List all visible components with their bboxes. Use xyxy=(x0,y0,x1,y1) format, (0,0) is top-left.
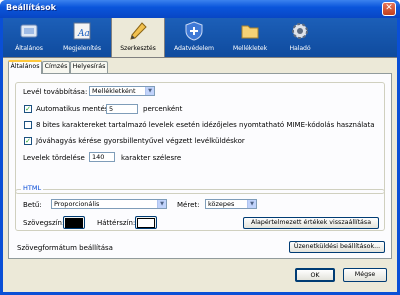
forward-select[interactable]: Mellékletként ▼ xyxy=(89,86,155,96)
pane-advanced-label: Haladó xyxy=(289,45,311,52)
eightbit-checkbox[interactable] xyxy=(24,121,32,129)
font-label: Betű: xyxy=(23,201,42,209)
pane-attachments[interactable]: Mellékletek xyxy=(223,18,277,57)
preferences-window: Beállítások ✕ Általános Aa Megjelenítés xyxy=(0,0,400,295)
bg-color-swatch xyxy=(137,218,155,228)
send-options-button[interactable]: Üzenetküldési beállítások... xyxy=(289,241,385,253)
pane-privacy-label: Adatvédelem xyxy=(174,45,214,52)
pane-attachments-label: Mellékletek xyxy=(232,45,268,52)
pane-display[interactable]: Aa Megjelenítés xyxy=(55,18,109,57)
tab-general[interactable]: Általános xyxy=(8,60,42,74)
pane-general-label: Általános xyxy=(15,45,43,52)
pane-composition[interactable]: Szerkesztés xyxy=(111,18,165,57)
forward-label: Levél továbbítása: xyxy=(23,88,88,96)
forward-select-value: Mellékletként xyxy=(92,87,136,95)
ok-button[interactable]: OK xyxy=(295,268,335,282)
size-label: Méret: xyxy=(177,201,200,209)
autosave-checkbox[interactable]: ✓ xyxy=(24,105,32,113)
svg-text:Aa: Aa xyxy=(77,29,90,39)
autosave-unit: percenként xyxy=(143,105,183,113)
display-icon: Aa xyxy=(73,22,91,40)
font-select-value: Proporcionális xyxy=(54,200,100,208)
tab-panel-general: Levél továbbítása: Mellékletként ▼ ✓ Aut… xyxy=(8,73,392,259)
window-title: Beállítások xyxy=(6,3,56,12)
pane-composition-label: Szerkesztés xyxy=(120,45,156,52)
gear-icon xyxy=(292,23,308,39)
bg-color-label: Háttérszín: xyxy=(97,219,136,227)
font-select[interactable]: Proporcionális ▼ xyxy=(51,199,167,209)
size-select-value: közepes xyxy=(208,200,235,208)
text-color-label: Szövegszín: xyxy=(23,219,65,227)
reset-defaults-button[interactable]: Alapértelmezett értékek visszaállítása xyxy=(243,217,379,229)
title-bar[interactable]: Beállítások ✕ xyxy=(0,0,400,18)
confirm-send-checkbox[interactable]: ✓ xyxy=(24,137,32,145)
tab-spelling[interactable]: Helyesírás xyxy=(70,61,108,73)
close-button[interactable]: ✕ xyxy=(382,2,396,16)
chevron-down-icon: ▼ xyxy=(247,200,256,208)
close-icon: ✕ xyxy=(385,3,393,13)
tab-addressing[interactable]: Címzés xyxy=(42,61,70,73)
text-color-button[interactable] xyxy=(63,216,85,229)
checkmark-icon: ✓ xyxy=(25,137,31,145)
eightbit-label: 8 bites karaktereket tartalmazó levelek … xyxy=(36,121,375,129)
pane-advanced[interactable]: Haladó xyxy=(279,18,321,57)
autosave-minutes-input[interactable]: 5 xyxy=(106,104,138,114)
text-color-swatch xyxy=(65,218,83,228)
checkmark-icon: ✓ xyxy=(25,105,31,113)
wrap-label: Levelek tördelése xyxy=(23,154,85,162)
chevron-down-icon: ▼ xyxy=(157,200,166,208)
wrap-unit: karakter szélesre xyxy=(121,154,182,162)
bg-color-button[interactable] xyxy=(135,216,157,229)
size-select[interactable]: közepes ▼ xyxy=(205,199,257,209)
folder-icon xyxy=(241,25,259,39)
wrap-width-input[interactable]: 140 xyxy=(89,152,115,162)
pane-display-label: Megjelenítés xyxy=(62,45,102,52)
pane-privacy[interactable]: Adatvédelem xyxy=(167,18,221,57)
autosave-label: Automatikus mentés xyxy=(36,105,109,113)
pencil-icon xyxy=(130,22,147,40)
html-group-label: HTML xyxy=(21,184,44,192)
shield-icon xyxy=(185,21,203,41)
dialog-body: Általános Aa Megjelenítés Szerkesztés Ad… xyxy=(3,18,397,292)
format-label: Szövegformátum beállítása xyxy=(17,244,113,252)
general-icon xyxy=(20,24,38,38)
pane-general[interactable]: Általános xyxy=(5,18,53,57)
category-toolbar: Általános Aa Megjelenítés Szerkesztés Ad… xyxy=(3,18,397,58)
cancel-button[interactable]: Mégse xyxy=(343,268,387,282)
chevron-down-icon: ▼ xyxy=(145,87,154,95)
confirm-send-label: Jóváhagyás kérése gyorsbillentyűvel végz… xyxy=(36,137,245,145)
